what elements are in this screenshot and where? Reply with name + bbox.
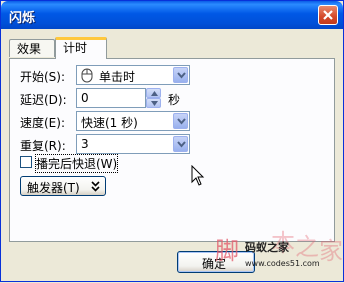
delay-unit: 秒 — [168, 93, 181, 107]
rewind-checkbox[interactable] — [20, 156, 32, 168]
watermark: 脚 本 之 家 码蚁之家 www.codes51.com — [211, 225, 344, 283]
repeat-label: 重复(R): — [20, 139, 66, 153]
rewind-label[interactable]: 播完后快退(W) — [34, 154, 119, 173]
repeat-value: 3 — [81, 137, 89, 151]
trigger-button[interactable]: 触发器(T) — [20, 176, 106, 196]
repeat-dropdown-button[interactable] — [173, 136, 188, 152]
speed-dropdown-button[interactable] — [173, 113, 188, 129]
delay-label: 延迟(D): — [20, 93, 67, 107]
start-value: 单击时 — [99, 70, 136, 84]
chevron-down-icon — [177, 72, 186, 79]
trigger-label: 触发器(T) — [27, 181, 80, 195]
tab-timing-label: 计时 — [63, 41, 88, 55]
chevron-down-icon — [177, 141, 186, 148]
delay-spin-down[interactable] — [146, 98, 161, 108]
watermark-site-name: 码蚁之家 — [245, 241, 289, 254]
mouse-icon — [81, 68, 93, 83]
start-dropdown-button[interactable] — [173, 67, 188, 83]
watermark-glyph: 之 — [295, 233, 319, 261]
double-chevron-down-icon — [91, 181, 100, 192]
speed-dropdown[interactable]: 快速(1 秒) — [76, 111, 190, 131]
arrow-down-icon — [151, 101, 158, 106]
timing-panel: 开始(S): 单击时 延迟(D): 0 秒 速度(E): 快速(1 秒) 重复(… — [9, 58, 335, 242]
window-title: 闪烁 — [9, 11, 36, 26]
watermark-url: www.codes51.com — [245, 259, 320, 268]
delay-input[interactable]: 0 — [76, 88, 146, 108]
repeat-dropdown[interactable]: 3 — [76, 134, 190, 154]
tab-timing[interactable]: 计时 — [55, 37, 107, 59]
watermark-glyph: 家 — [319, 237, 343, 265]
delay-value: 0 — [81, 91, 89, 105]
watermark-glyph: 脚 — [215, 237, 239, 265]
chevron-down-icon — [177, 118, 186, 125]
arrow-up-icon — [151, 91, 158, 96]
delay-spin-up[interactable] — [146, 88, 161, 98]
start-dropdown[interactable]: 单击时 — [76, 65, 190, 85]
close-icon — [323, 10, 333, 20]
delay-spinner[interactable] — [146, 88, 161, 108]
start-label: 开始(S): — [20, 70, 66, 84]
tab-effect-label: 效果 — [17, 42, 42, 56]
tab-effect[interactable]: 效果 — [9, 39, 55, 57]
mouse-cursor-icon — [191, 165, 205, 186]
close-button[interactable] — [318, 5, 338, 25]
title-bar[interactable]: 闪烁 — [1, 1, 343, 29]
speed-label: 速度(E): — [20, 116, 65, 130]
dialog-window: 闪烁 效果 计时 开始(S): 单击时 延迟(D): 0 秒 速度(E): 快速… — [0, 0, 344, 282]
speed-value: 快速(1 秒) — [81, 116, 138, 130]
